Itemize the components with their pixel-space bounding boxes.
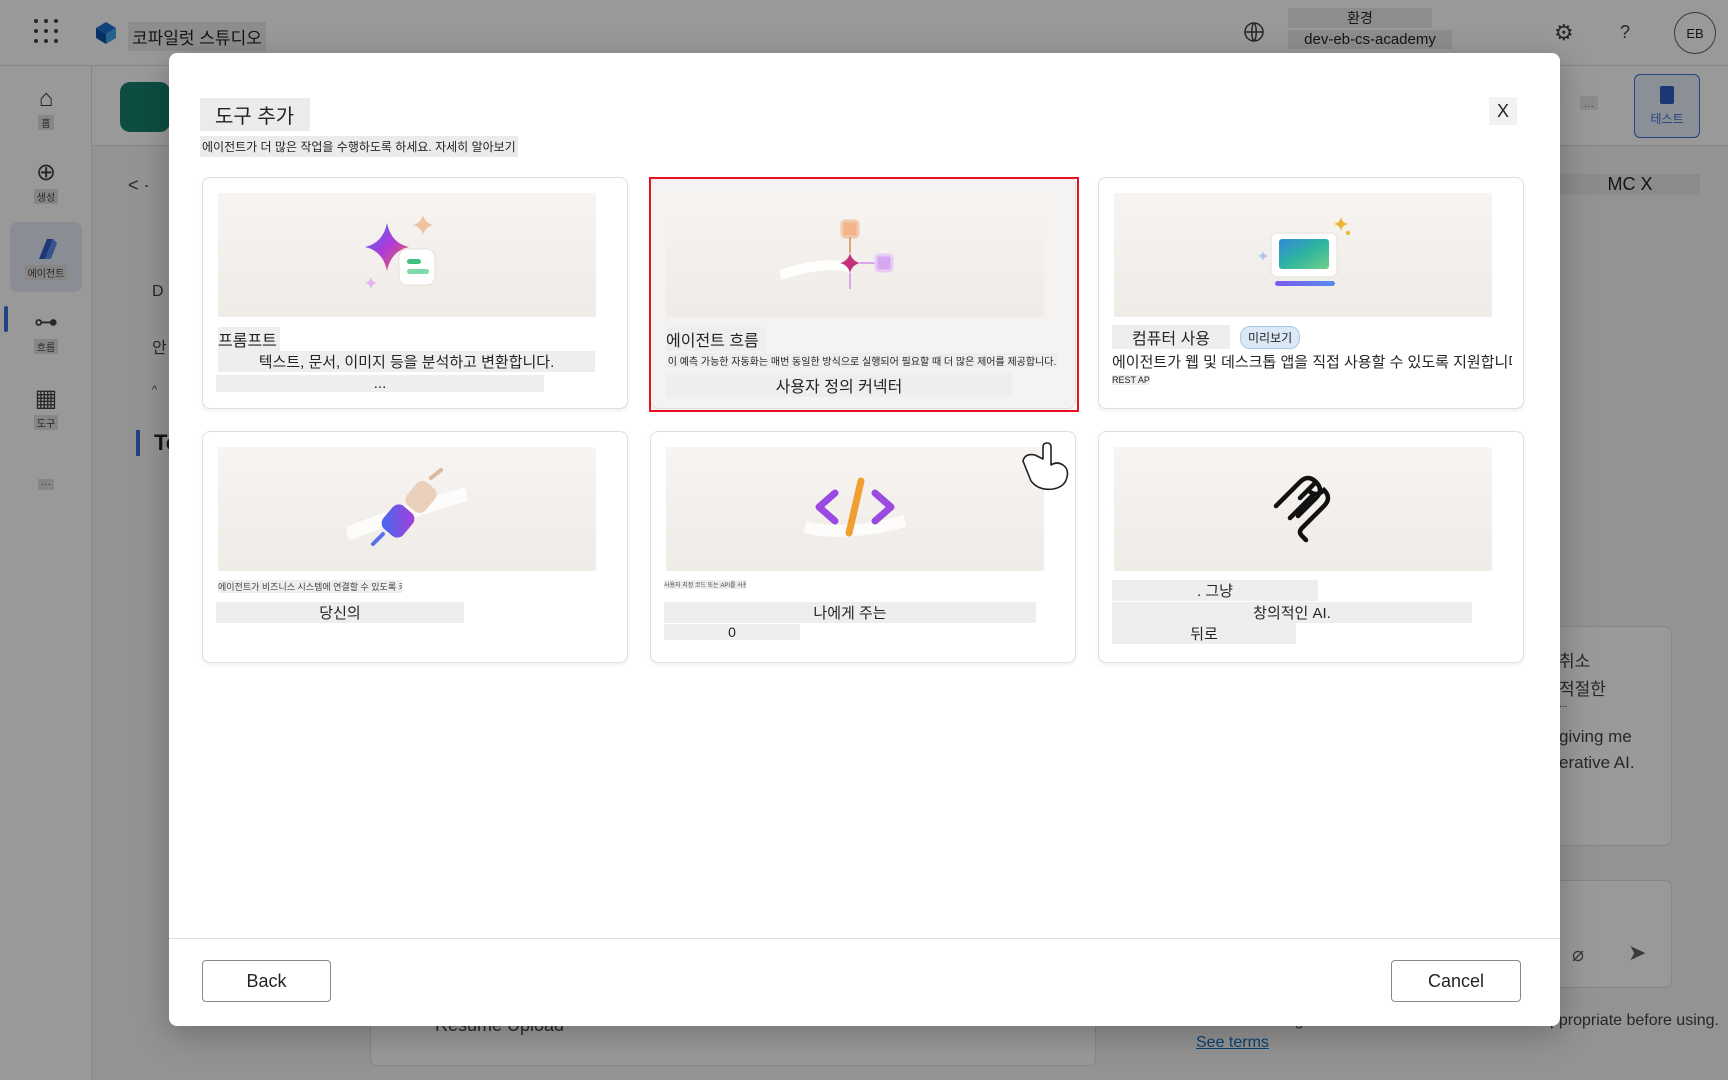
mcp-extra: 뒤로 <box>1112 623 1296 644</box>
custom-connector-label: 사용자 정의 커넥터 <box>666 373 1012 397</box>
flow-nodes-icon <box>780 219 894 289</box>
prompt-title: 프롬프트 <box>218 327 280 351</box>
agent-flow-description: 이 예측 가능한 자동화는 매번 동일한 방식으로 실행되어 필요할 때 더 많… <box>666 353 1058 368</box>
tool-card-prompt[interactable]: 프롬프트 텍스트, 문서, 이미지 등을 분석하고 변환합니다. ... <box>202 177 628 409</box>
tool-card-agent-flow[interactable]: 에이전트 흐름 이 예측 가능한 자동화는 매번 동일한 방식으로 실행되어 필… <box>650 177 1076 409</box>
footer-divider <box>169 938 1560 939</box>
add-tool-dialog: 도구 추가 에이전트가 더 많은 작업을 수행하도록 하세요. 자세히 알아보기… <box>169 53 1560 1026</box>
connector-caption: 에이전트가 비즈니스 시스템에 연결할 수 있도록 커넥터를 사용합니다 <box>218 580 402 593</box>
dialog-subtitle: 에이전트가 더 많은 작업을 수행하도록 하세요. 자세히 알아보기 <box>200 136 518 157</box>
tool-card-mcp[interactable]: . 그냥 창의적인 AI. 뒤로 <box>1098 431 1524 663</box>
hand-cursor-icon <box>1022 442 1069 491</box>
mcp-logo-icon <box>1273 475 1331 543</box>
prompt-more: ... <box>216 375 544 392</box>
rest-api-label: REST API <box>1112 375 1150 385</box>
agent-flow-illustration <box>666 193 1044 317</box>
computer-screen-icon <box>1258 217 1350 286</box>
tool-card-connector[interactable]: 에이전트가 비즈니스 시스템에 연결할 수 있도록 커넥터를 사용합니다 당신의 <box>202 431 628 663</box>
computer-use-illustration <box>1114 193 1492 317</box>
preview-badge: 미리보기 <box>1240 326 1301 349</box>
custom-code-illustration <box>666 447 1044 571</box>
connector-illustration <box>218 447 596 571</box>
prompt-sparkle-icon <box>365 215 436 289</box>
back-button[interactable]: Back <box>202 960 331 1002</box>
mcp-description: 창의적인 AI. <box>1112 602 1472 623</box>
code-brackets-icon <box>803 477 907 537</box>
tool-card-custom[interactable]: 사용자 지정 코드 또는 API를 사용합니다 나에게 주는 0 <box>650 431 1076 663</box>
dialog-title: 도구 추가 <box>200 98 311 131</box>
custom-value: 0 <box>664 624 800 640</box>
cancel-button[interactable]: Cancel <box>1391 960 1521 1002</box>
prompt-illustration <box>218 193 596 317</box>
prompt-description: 텍스트, 문서, 이미지 등을 분석하고 변환합니다. <box>218 351 595 372</box>
custom-description: 나에게 주는 <box>664 602 1036 623</box>
close-button[interactable]: X <box>1489 97 1517 125</box>
agent-flow-title: 에이전트 흐름 <box>666 327 766 351</box>
mcp-illustration <box>1114 447 1492 571</box>
plug-icon <box>347 468 467 546</box>
connector-description: 당신의 <box>216 602 464 623</box>
mcp-title: . 그냥 <box>1112 580 1318 601</box>
computer-use-title: 컴퓨터 사용 <box>1112 325 1230 349</box>
computer-use-description: 에이전트가 웹 및 데스크톱 앱을 직접 사용할 수 있도록 지원합니다. <box>1112 354 1512 371</box>
tool-card-computer-use[interactable]: 컴퓨터 사용 미리보기 에이전트가 웹 및 데스크톱 앱을 직접 사용할 수 있… <box>1098 177 1524 409</box>
custom-caption: 사용자 지정 코드 또는 API를 사용합니다 <box>664 580 746 589</box>
